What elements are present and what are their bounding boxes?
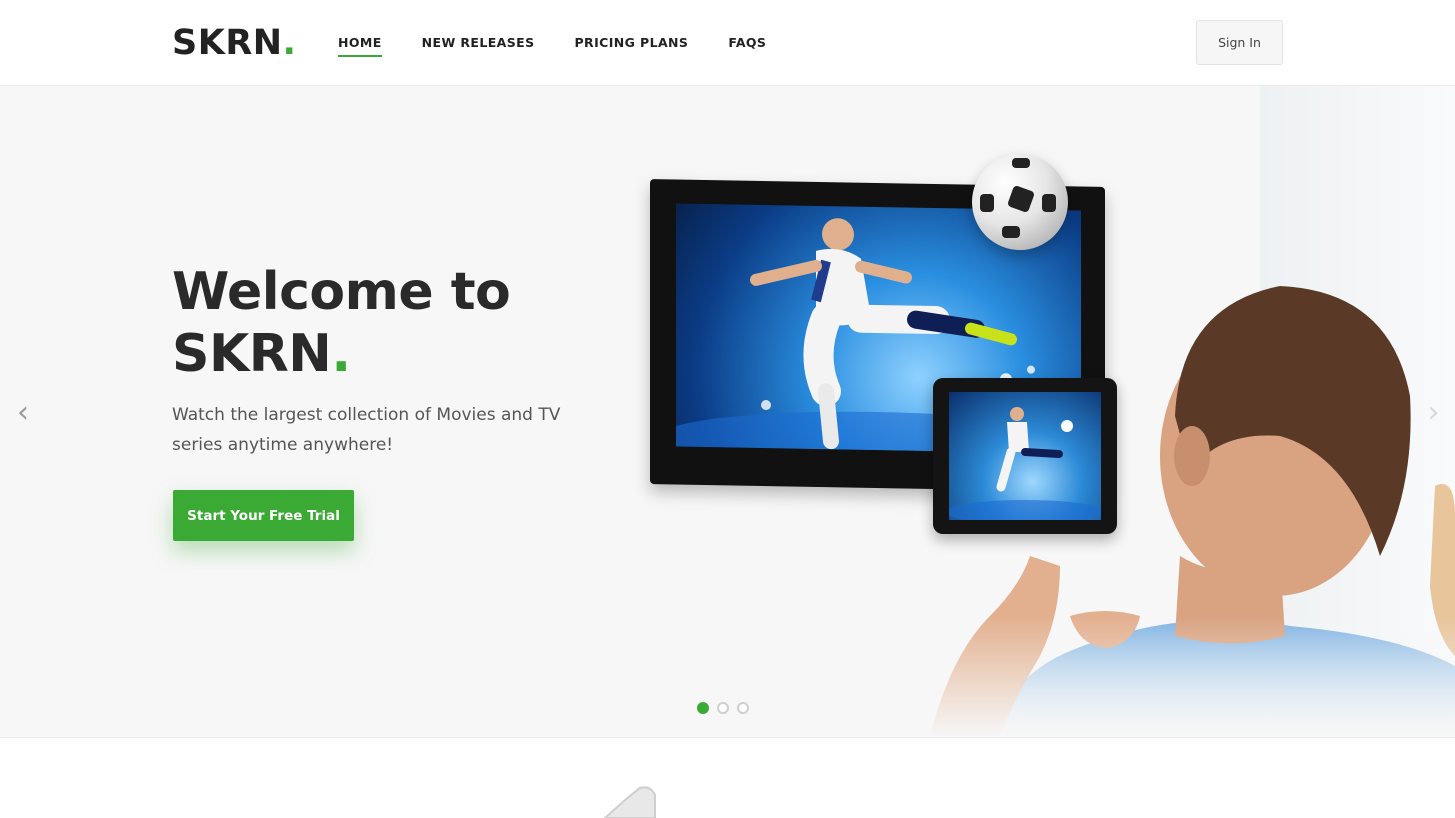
hero-title-line1: Welcome to	[172, 262, 511, 322]
slider-dots	[697, 702, 749, 714]
logo[interactable]: SKRN.	[172, 23, 296, 63]
nav-item-home[interactable]: HOME	[338, 35, 382, 57]
person-watching-image	[930, 256, 1455, 737]
nav-item-new-releases[interactable]: NEW RELEASES	[422, 35, 535, 57]
start-free-trial-button[interactable]: Start Your Free Trial	[173, 490, 354, 541]
slider-dot-3[interactable]	[737, 702, 749, 714]
sign-in-button[interactable]: Sign In	[1196, 20, 1283, 65]
logo-dot: .	[282, 23, 297, 63]
section-divider	[0, 737, 1455, 738]
hero-title-line2: SKRN	[172, 324, 332, 384]
slider-dot-1[interactable]	[697, 702, 709, 714]
soccer-ball-image	[972, 154, 1068, 250]
nav-item-pricing-plans[interactable]: PRICING PLANS	[575, 35, 689, 57]
chevron-left-icon[interactable]: ‹	[0, 389, 46, 435]
logo-text: SKRN	[172, 23, 283, 63]
nav-item-faqs[interactable]: FAQS	[728, 35, 766, 57]
hero-title-dot: .	[331, 324, 351, 384]
main-nav: HOME NEW RELEASES PRICING PLANS FAQS	[338, 35, 766, 57]
slider-dot-2[interactable]	[717, 702, 729, 714]
chevron-right-icon[interactable]: ›	[1412, 389, 1455, 435]
hero-slider: Welcome to SKRN. Watch the largest colle…	[0, 86, 1455, 737]
hero-title: Welcome to SKRN.	[172, 261, 511, 385]
hero-illustration	[600, 86, 1455, 737]
next-section-graphic	[603, 786, 656, 818]
hero-subtitle: Watch the largest collection of Movies a…	[172, 405, 561, 455]
site-header: SKRN. HOME NEW RELEASES PRICING PLANS FA…	[0, 0, 1455, 86]
